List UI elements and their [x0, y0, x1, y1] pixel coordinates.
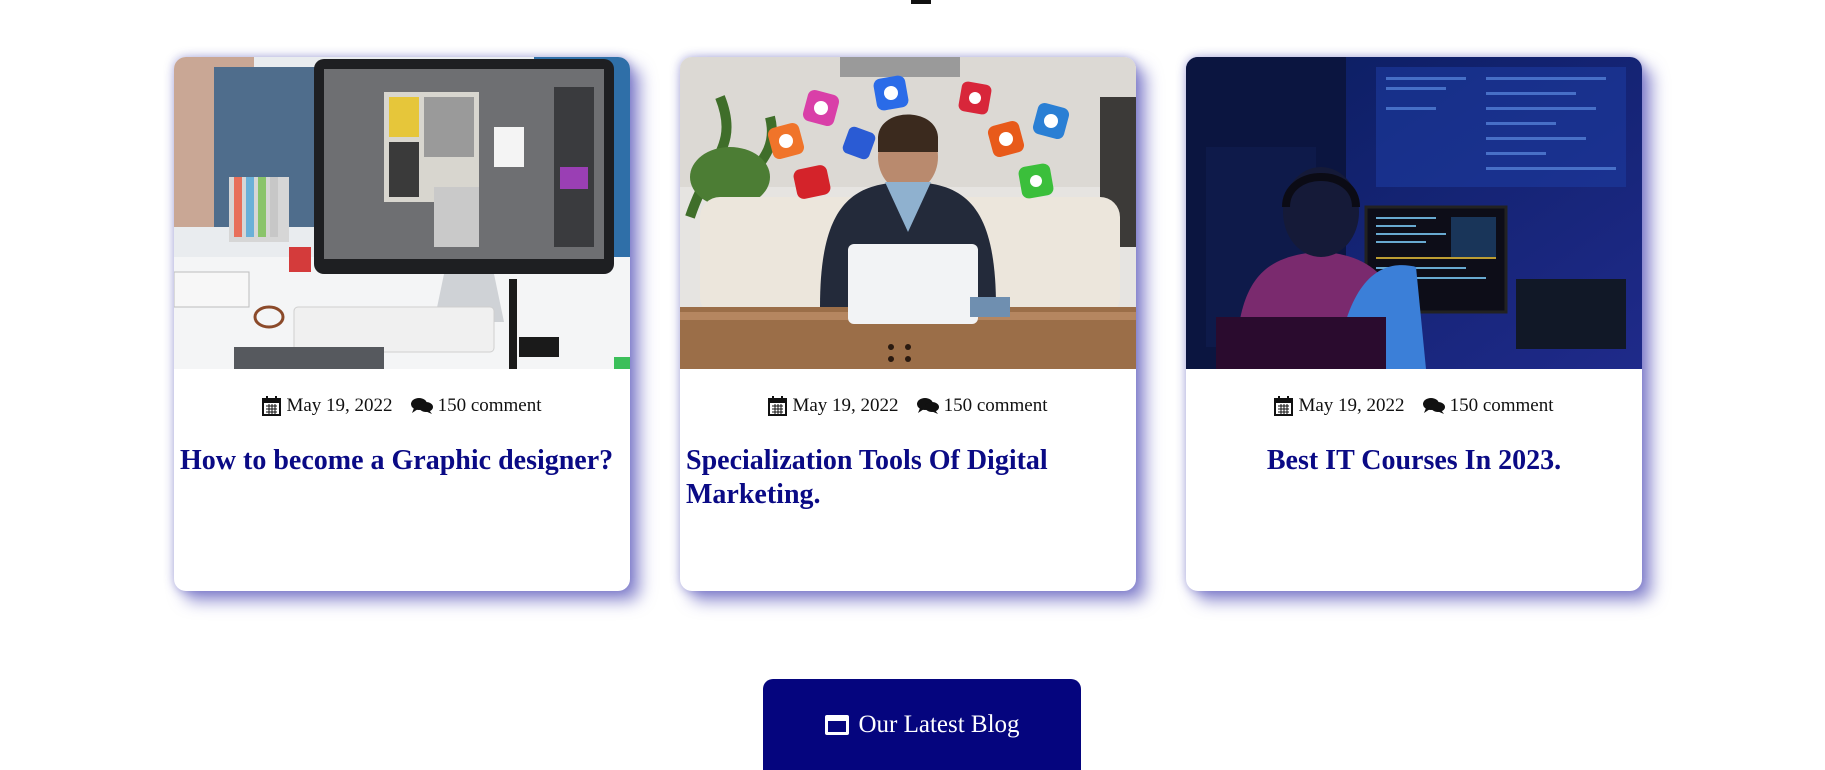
post-meta: May 19, 2022 150 comment — [680, 395, 1136, 417]
comments-icon — [1422, 398, 1445, 414]
designer-desk-photo[interactable] — [174, 57, 630, 369]
post-meta: May 19, 2022 150 comment — [174, 395, 630, 417]
calendar-icon — [262, 396, 282, 416]
digital-marketing-photo[interactable] — [680, 57, 1136, 369]
blog-card-list: May 19, 2022 150 comment How to become a… — [174, 57, 1642, 591]
post-date-text: May 19, 2022 — [792, 395, 899, 416]
window-icon — [825, 714, 850, 735]
post-date: May 19, 2022 — [262, 395, 393, 417]
post-meta: May 19, 2022 150 comment — [1186, 395, 1642, 417]
blog-card[interactable]: May 19, 2022 150 comment Specialization … — [680, 57, 1136, 591]
blog-card[interactable]: May 19, 2022 150 comment Best IT Courses… — [1186, 57, 1642, 591]
latest-blog-button[interactable]: Our Latest Blog — [763, 679, 1081, 770]
post-comments[interactable]: 150 comment — [916, 395, 1048, 417]
comments-icon — [410, 398, 433, 414]
post-date: May 19, 2022 — [768, 395, 899, 417]
calendar-icon — [768, 396, 788, 416]
post-comments-text: 150 comment — [437, 395, 542, 416]
latest-blog-label: Our Latest Blog — [858, 710, 1020, 738]
calendar-icon — [1274, 396, 1294, 416]
post-date: May 19, 2022 — [1274, 395, 1405, 417]
post-comments[interactable]: 150 comment — [1422, 395, 1554, 417]
post-title[interactable]: Specialization Tools Of Digital Marketin… — [686, 444, 1130, 512]
post-comments[interactable]: 150 comment — [410, 395, 542, 417]
post-date-text: May 19, 2022 — [286, 395, 393, 416]
blog-section: May 19, 2022 150 comment How to become a… — [0, 0, 1825, 770]
blog-card[interactable]: May 19, 2022 150 comment How to become a… — [174, 57, 630, 591]
post-comments-text: 150 comment — [1449, 395, 1554, 416]
post-date-text: May 19, 2022 — [1298, 395, 1405, 416]
post-comments-text: 150 comment — [943, 395, 1048, 416]
comments-icon — [916, 398, 939, 414]
post-title[interactable]: How to become a Graphic designer? — [180, 444, 624, 478]
programmer-night-photo[interactable] — [1186, 57, 1642, 369]
post-title[interactable]: Best IT Courses In 2023. — [1192, 444, 1636, 478]
section-divider — [911, 0, 931, 4]
